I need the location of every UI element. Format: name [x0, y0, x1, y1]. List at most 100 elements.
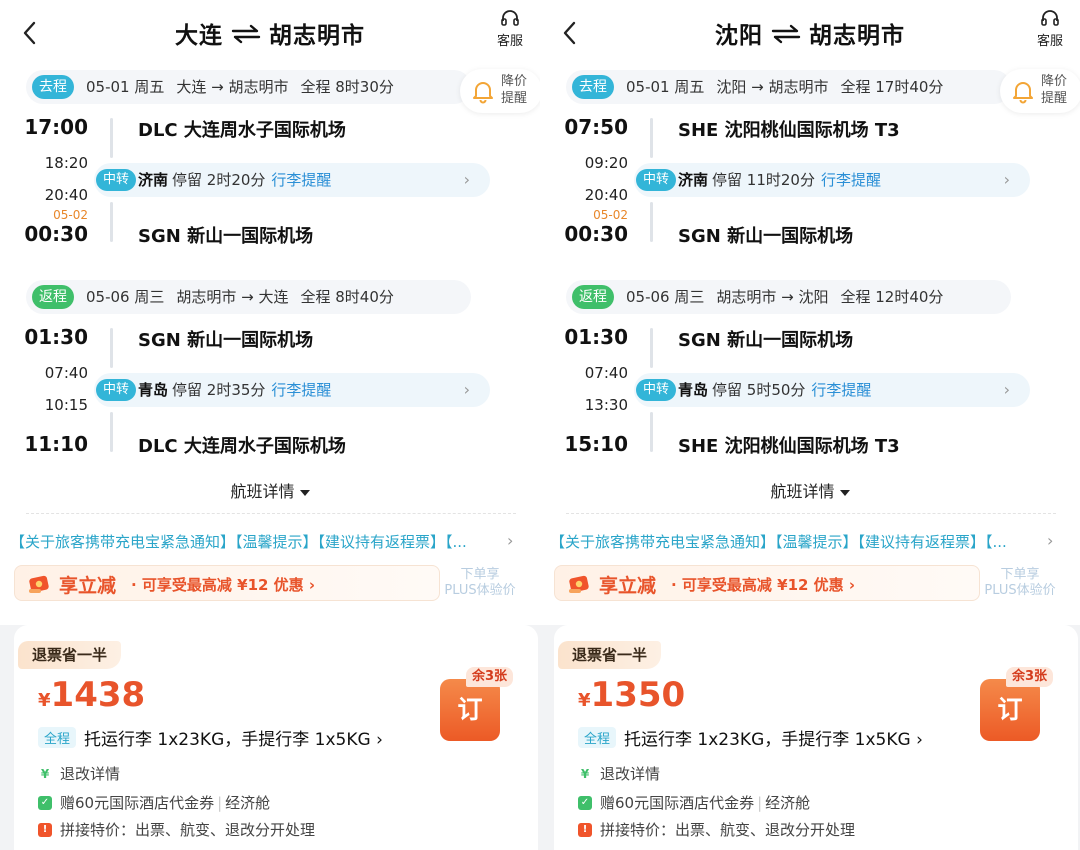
baggage-info[interactable]: 全程 托运行李 1x23KG，手提行李 1x5KG ›: [578, 725, 923, 750]
hotel-voucher-row: ✓ 赠60元国际酒店代金券 | 经济舱: [578, 792, 810, 813]
price-card: 退票省一半 ¥1350 订 余3张 全程 托运行李 1x23KG，手提行李 1x5…: [540, 625, 1080, 850]
outbound-transfer-row[interactable]: 中转 济南 停留 11时20分 行李提醒 ›: [634, 163, 1030, 197]
baggage-reminder-link[interactable]: 行李提醒: [271, 171, 331, 189]
outbound-arr-date: 05-02: [593, 208, 628, 222]
customer-service-button[interactable]: 客服: [490, 10, 530, 49]
promo-banner[interactable]: 享立减 · 可享受最高减 ¥12 优惠 ›: [554, 565, 980, 601]
refund-change-label: 退改详情: [60, 765, 121, 783]
check-icon: ✓: [38, 795, 52, 810]
transfer-stay: 停留 5时50分: [712, 381, 806, 399]
header: 沈阳 胡志明市 客服: [540, 0, 1080, 66]
outbound-arr-date: 05-02: [53, 208, 88, 222]
book-label: 订: [997, 695, 1023, 724]
flight-details-toggle[interactable]: 航班详情: [0, 478, 540, 502]
price-alert-button[interactable]: 降价提醒: [1000, 69, 1080, 113]
notice-banner[interactable]: 【关于旅客携带充电宝紧急通知】【温馨提示】【建议持有返程票】【...: [550, 531, 1055, 552]
return-tag: 返程: [572, 284, 614, 309]
customer-service-button[interactable]: 客服: [1030, 10, 1070, 49]
return-dep-time: 01:30: [564, 325, 628, 349]
refund-change-details[interactable]: ¥ 退改详情: [578, 763, 660, 784]
refund-change-details[interactable]: ¥ 退改详情: [38, 763, 120, 784]
baggage-reminder-link[interactable]: 行李提醒: [271, 381, 331, 399]
baggage-info[interactable]: 全程 托运行李 1x23KG，手提行李 1x5KG ›: [38, 725, 383, 750]
seats-remaining-badge: 余3张: [466, 667, 514, 687]
promo-banner[interactable]: 享立减 · 可享受最高减 ¥12 优惠 ›: [14, 565, 440, 601]
return-dep-airport: SGN 新山一国际机场: [678, 330, 854, 351]
plus-price-badge: 下单享 PLUS体验价: [440, 567, 520, 599]
book-button[interactable]: 订: [440, 679, 500, 741]
plus-line-1: 下单享: [460, 567, 500, 582]
flight-details-label: 航班详情: [770, 482, 835, 501]
separator: |: [757, 794, 763, 812]
price-value: 1350: [590, 675, 686, 715]
flight-details-toggle[interactable]: 航班详情: [540, 478, 1080, 502]
outbound-summary: 去程 05-01 周五 沈阳 → 胡志明市 全程 17时40分: [566, 70, 1011, 104]
return-total: 全程 8时40分: [300, 288, 394, 306]
coupon-icon: [569, 575, 589, 593]
return-summary: 返程 05-06 周三 胡志明市 → 大连 全程 8时40分: [26, 280, 471, 314]
return-transfer-row[interactable]: 中转 青岛 停留 5时50分 行李提醒 ›: [634, 373, 1030, 407]
plus-line-2: PLUS体验价: [984, 583, 1056, 598]
chevron-right-icon: ›: [507, 531, 514, 550]
outbound-transfer-arr-time: 18:20: [44, 154, 88, 172]
flight-panel-dalian: 大连 胡志明市 客服 去程 05-01 周五 大连 → 胡志明市 全程 8时30分 降价…: [0, 0, 540, 850]
transfer-city: 济南: [138, 171, 169, 189]
round-trip-icon: [771, 24, 801, 50]
customer-service-label: 客服: [496, 34, 523, 49]
price: ¥1438: [38, 675, 145, 715]
currency-symbol: ¥: [38, 690, 51, 711]
price-alert-button[interactable]: 降价提醒: [460, 69, 540, 113]
outbound-date: 05-01 周五: [626, 78, 705, 96]
book-button[interactable]: 订: [980, 679, 1040, 741]
promo-title: 享立减: [599, 575, 657, 597]
divider: [26, 513, 516, 514]
promo-detail: · 可享受最高减 ¥12 优惠 ›: [671, 576, 856, 594]
transfer-stay: 停留 2时20分: [172, 171, 266, 189]
refund-badge: 退票省一半: [18, 641, 122, 669]
outbound-dep-airport: SHE 沈阳桃仙国际机场 T3: [678, 120, 900, 141]
baggage-reminder-link[interactable]: 行李提醒: [811, 381, 871, 399]
notice-banner[interactable]: 【关于旅客携带充电宝紧急通知】【温馨提示】【建议持有返程票】【...: [10, 531, 515, 552]
outbound-dep-time: 17:00: [24, 115, 88, 139]
outbound-route: 沈阳 → 胡志明市: [716, 78, 829, 96]
outbound-total: 全程 17时40分: [840, 78, 944, 96]
baggage-text: 托运行李 1x23KG，手提行李 1x5KG ›: [84, 730, 383, 750]
check-icon: ✓: [578, 795, 592, 810]
headset-icon: [1041, 10, 1059, 26]
transfer-tag: 中转: [96, 168, 136, 191]
flight-panel-shenyang: 沈阳 胡志明市 客服 去程 05-01 周五 沈阳 → 胡志明市 全程 17时40分 降…: [540, 0, 1080, 850]
timeline-line: [650, 412, 653, 452]
return-date: 05-06 周三: [86, 288, 165, 306]
title-origin: 沈阳: [715, 23, 763, 49]
hotel-voucher-row: ✓ 赠60元国际酒店代金券 | 经济舱: [38, 792, 270, 813]
return-transfer-arr-time: 07:40: [584, 364, 628, 382]
price-alert-label: 降价提醒: [501, 74, 528, 106]
timeline-line: [110, 202, 113, 242]
headset-icon: [501, 10, 519, 26]
warning-icon: !: [578, 822, 592, 837]
fare-scope-tag: 全程: [578, 727, 617, 748]
outbound-date: 05-01 周五: [86, 78, 165, 96]
cabin-class: 经济舱: [765, 794, 811, 812]
return-transfer-row[interactable]: 中转 青岛 停留 2时35分 行李提醒 ›: [94, 373, 490, 407]
outbound-total: 全程 8时30分: [300, 78, 394, 96]
page-title: 沈阳 胡志明市: [540, 16, 1080, 50]
promo-title: 享立减: [59, 575, 117, 597]
outbound-transfer-row[interactable]: 中转 济南 停留 2时20分 行李提醒 ›: [94, 163, 490, 197]
outbound-arr-airport: SGN 新山一国际机场: [678, 226, 854, 247]
coupon-icon: [29, 575, 49, 593]
refund-change-label: 退改详情: [600, 765, 661, 783]
baggage-text: 托运行李 1x23KG，手提行李 1x5KG ›: [624, 730, 923, 750]
currency-symbol: ¥: [578, 690, 591, 711]
outbound-transfer-dep-time: 20:40: [44, 186, 88, 204]
chevron-right-icon: ›: [1003, 380, 1010, 399]
combo-fare-note: ! 拼接特价：出票、航变、退改分开处理: [578, 819, 855, 840]
timeline-line: [110, 412, 113, 452]
baggage-reminder-link[interactable]: 行李提醒: [821, 171, 881, 189]
return-arr-time: 15:10: [564, 432, 628, 456]
refund-badge: 退票省一半: [558, 641, 662, 669]
return-transfer-arr-time: 07:40: [44, 364, 88, 382]
return-transfer-dep-time: 13:30: [584, 396, 628, 414]
book-label: 订: [457, 695, 483, 724]
return-transfer-dep-time: 10:15: [44, 396, 88, 414]
